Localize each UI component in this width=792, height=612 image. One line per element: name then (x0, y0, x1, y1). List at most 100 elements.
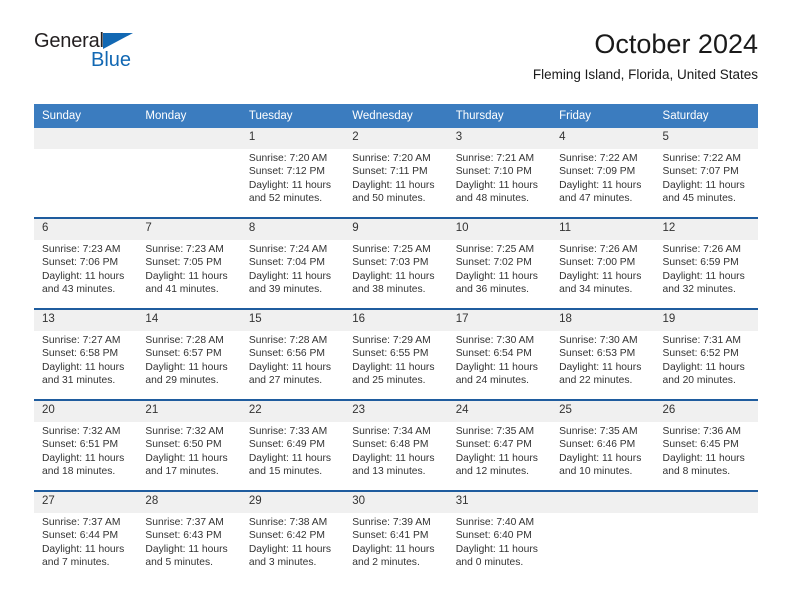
sunrise-text: Sunrise: 7:25 AM (455, 244, 535, 255)
day-number: 4 (551, 128, 655, 149)
calendar-day-cell[interactable]: 23 Sunrise: 7:34 AM Sunset: 6:48 PM Dayligh… (344, 399, 448, 491)
daylight-text: Daylight: 11 hours and 0 minutes. (455, 543, 538, 569)
day-number: 19 (654, 310, 758, 331)
daylight-text: Daylight: 11 hours and 27 minutes. (248, 361, 332, 387)
daylight-text: Daylight: 11 hours and 47 minutes. (559, 179, 642, 205)
calendar-day-cell[interactable]: 12 Sunrise: 7:26 AM Sunset: 6:59 PM Dayligh… (654, 217, 758, 309)
calendar-day-cell[interactable]: 10 Sunrise: 7:25 AM Sunset: 7:02 PM Dayligh… (447, 217, 552, 309)
daylight-text: Daylight: 11 hours and 39 minutes. (248, 270, 332, 296)
daylight-text: Daylight: 11 hours and 24 minutes. (455, 361, 538, 387)
day-details: Sunrise: 7:37 AM Sunset: 6:43 PM Daylight:… (137, 513, 240, 570)
sunset-text: Sunset: 6:58 PM (42, 348, 119, 360)
daylight-text: Daylight: 11 hours and 3 minutes. (248, 543, 332, 569)
day-number: 16 (344, 310, 448, 331)
weekday-header-wednesday: Wednesday (344, 104, 448, 128)
sunrise-text: Sunrise: 7:26 AM (662, 244, 741, 255)
day-number: 27 (34, 492, 138, 513)
daylight-text: Daylight: 11 hours and 31 minutes. (42, 361, 125, 387)
calendar-day-cell[interactable]: 30 Sunrise: 7:39 AM Sunset: 6:41 PM Dayligh… (344, 490, 448, 581)
day-details: Sunrise: 7:40 AM Sunset: 6:40 PM Daylight:… (448, 513, 551, 570)
weekday-header-monday: Monday (137, 104, 241, 128)
calendar-day-cell[interactable]: 11 Sunrise: 7:26 AM Sunset: 7:00 PM Dayligh… (551, 217, 655, 309)
day-details: Sunrise: 7:20 AM Sunset: 7:11 PM Daylight:… (344, 149, 447, 206)
calendar-day-cell[interactable]: 6 Sunrise: 7:23 AM Sunset: 7:06 PM Daylight… (34, 217, 138, 309)
calendar-day-cell[interactable]: 26 Sunrise: 7:36 AM Sunset: 6:45 PM Dayligh… (654, 399, 758, 491)
daylight-text: Daylight: 11 hours and 20 minutes. (662, 361, 745, 387)
day-details: Sunrise: 7:33 AM Sunset: 6:49 PM Daylight:… (241, 422, 344, 479)
calendar-week-row: 1 Sunrise: 7:20 AM Sunset: 7:12 PM Daylight… (34, 128, 758, 218)
sunrise-text: Sunrise: 7:37 AM (42, 517, 121, 528)
calendar-day-cell[interactable]: 31 Sunrise: 7:40 AM Sunset: 6:40 PM Dayligh… (447, 490, 552, 581)
calendar-day-cell[interactable]: 18 Sunrise: 7:30 AM Sunset: 6:53 PM Dayligh… (551, 308, 655, 400)
day-number: 28 (137, 492, 241, 513)
calendar-day-cell[interactable]: 4 Sunrise: 7:22 AM Sunset: 7:09 PM Daylight… (551, 128, 655, 218)
day-details: Sunrise: 7:22 AM Sunset: 7:07 PM Daylight:… (655, 149, 758, 206)
sunrise-text: Sunrise: 7:37 AM (145, 517, 224, 528)
day-details: Sunrise: 7:35 AM Sunset: 6:46 PM Daylight:… (551, 422, 654, 479)
day-details: Sunrise: 7:31 AM Sunset: 6:52 PM Daylight:… (655, 331, 758, 388)
day-number: 14 (137, 310, 241, 331)
calendar-day-cell[interactable]: 1 Sunrise: 7:20 AM Sunset: 7:12 PM Daylight… (240, 128, 345, 218)
sunrise-text: Sunrise: 7:39 AM (352, 517, 431, 528)
calendar-day-cell[interactable]: 27 Sunrise: 7:37 AM Sunset: 6:44 PM Dayligh… (34, 490, 138, 581)
weekday-header-friday: Friday (551, 104, 655, 128)
calendar-day-cell[interactable]: 3 Sunrise: 7:21 AM Sunset: 7:10 PM Daylight… (447, 128, 552, 218)
calendar-day-cell[interactable]: 29 Sunrise: 7:38 AM Sunset: 6:42 PM Dayligh… (240, 490, 345, 581)
general-blue-logo[interactable]: General Blue (34, 30, 184, 78)
weekday-header-thursday: Thursday (447, 104, 552, 128)
day-details: Sunrise: 7:30 AM Sunset: 6:54 PM Daylight:… (448, 331, 551, 388)
logo-text-blue: Blue (91, 49, 132, 71)
sunrise-text: Sunrise: 7:23 AM (42, 244, 121, 255)
day-details: Sunrise: 7:20 AM Sunset: 7:12 PM Daylight:… (241, 149, 344, 206)
day-details: Sunrise: 7:29 AM Sunset: 6:55 PM Daylight:… (344, 331, 447, 388)
calendar-day-cell[interactable]: 21 Sunrise: 7:32 AM Sunset: 6:50 PM Dayligh… (137, 399, 241, 491)
page-header: General Blue October 2024 Fleming Island… (0, 0, 792, 82)
calendar-day-cell[interactable]: 16 Sunrise: 7:29 AM Sunset: 6:55 PM Dayligh… (344, 308, 448, 400)
sunrise-text: Sunrise: 7:32 AM (42, 426, 121, 437)
sunrise-text: Sunrise: 7:35 AM (455, 426, 535, 437)
sunset-text: Sunset: 7:04 PM (248, 257, 325, 269)
day-details: Sunrise: 7:26 AM Sunset: 7:00 PM Daylight:… (551, 240, 654, 297)
calendar-day-cell[interactable]: 2 Sunrise: 7:20 AM Sunset: 7:11 PM Daylight… (344, 128, 448, 218)
sunset-text: Sunset: 7:10 PM (455, 166, 532, 178)
daylight-text: Daylight: 11 hours and 7 minutes. (42, 543, 125, 569)
calendar-day-cell[interactable]: 9 Sunrise: 7:25 AM Sunset: 7:03 PM Daylight… (344, 217, 448, 309)
calendar-day-cell[interactable]: 14 Sunrise: 7:28 AM Sunset: 6:57 PM Dayligh… (137, 308, 241, 400)
calendar-day-cell[interactable]: 22 Sunrise: 7:33 AM Sunset: 6:49 PM Dayligh… (240, 399, 345, 491)
sunrise-text: Sunrise: 7:30 AM (455, 335, 535, 346)
sunrise-text: Sunrise: 7:34 AM (352, 426, 431, 437)
sunrise-text: Sunrise: 7:32 AM (145, 426, 224, 437)
daylight-text: Daylight: 11 hours and 17 minutes. (145, 452, 228, 478)
calendar-day-cell[interactable]: 17 Sunrise: 7:30 AM Sunset: 6:54 PM Dayligh… (447, 308, 552, 400)
sunrise-text: Sunrise: 7:27 AM (42, 335, 121, 346)
calendar-day-cell[interactable]: 28 Sunrise: 7:37 AM Sunset: 6:43 PM Dayligh… (137, 490, 241, 581)
sunset-text: Sunset: 7:06 PM (42, 257, 119, 269)
sunrise-text: Sunrise: 7:21 AM (455, 153, 535, 164)
calendar-day-cell[interactable]: 19 Sunrise: 7:31 AM Sunset: 6:52 PM Dayligh… (654, 308, 758, 400)
day-number (654, 492, 758, 513)
day-details: Sunrise: 7:23 AM Sunset: 7:05 PM Daylight:… (137, 240, 240, 297)
day-details: Sunrise: 7:26 AM Sunset: 6:59 PM Daylight:… (655, 240, 758, 297)
daylight-text: Daylight: 11 hours and 22 minutes. (559, 361, 642, 387)
day-details: Sunrise: 7:24 AM Sunset: 7:04 PM Daylight:… (241, 240, 344, 297)
calendar-day-cell[interactable]: 13 Sunrise: 7:27 AM Sunset: 6:58 PM Dayligh… (34, 308, 138, 400)
sunset-text: Sunset: 6:47 PM (455, 439, 532, 451)
calendar-day-cell[interactable]: 7 Sunrise: 7:23 AM Sunset: 7:05 PM Daylight… (137, 217, 241, 309)
sunset-text: Sunset: 6:49 PM (248, 439, 325, 451)
page-subtitle: Fleming Island, Florida, United States (532, 67, 758, 82)
calendar-day-cell[interactable]: 25 Sunrise: 7:35 AM Sunset: 6:46 PM Dayligh… (551, 399, 655, 491)
day-details: Sunrise: 7:35 AM Sunset: 6:47 PM Daylight:… (448, 422, 551, 479)
calendar-day-cell[interactable]: 20 Sunrise: 7:32 AM Sunset: 6:51 PM Dayligh… (34, 399, 138, 491)
day-details: Sunrise: 7:36 AM Sunset: 6:45 PM Daylight:… (655, 422, 758, 479)
sunrise-text: Sunrise: 7:23 AM (145, 244, 224, 255)
sunset-text: Sunset: 7:00 PM (559, 257, 636, 269)
calendar-day-cell[interactable]: 8 Sunrise: 7:24 AM Sunset: 7:04 PM Daylight… (240, 217, 345, 309)
day-number: 7 (137, 219, 241, 240)
calendar-day-cell[interactable]: 5 Sunrise: 7:22 AM Sunset: 7:07 PM Daylight… (654, 128, 758, 218)
calendar-day-cell[interactable]: 24 Sunrise: 7:35 AM Sunset: 6:47 PM Dayligh… (447, 399, 552, 491)
calendar-day-cell[interactable]: 15 Sunrise: 7:28 AM Sunset: 6:56 PM Dayligh… (240, 308, 345, 400)
sunset-text: Sunset: 6:55 PM (352, 348, 429, 360)
sunrise-text: Sunrise: 7:30 AM (559, 335, 638, 346)
sunrise-text: Sunrise: 7:24 AM (248, 244, 328, 255)
sunrise-text: Sunrise: 7:38 AM (248, 517, 328, 528)
